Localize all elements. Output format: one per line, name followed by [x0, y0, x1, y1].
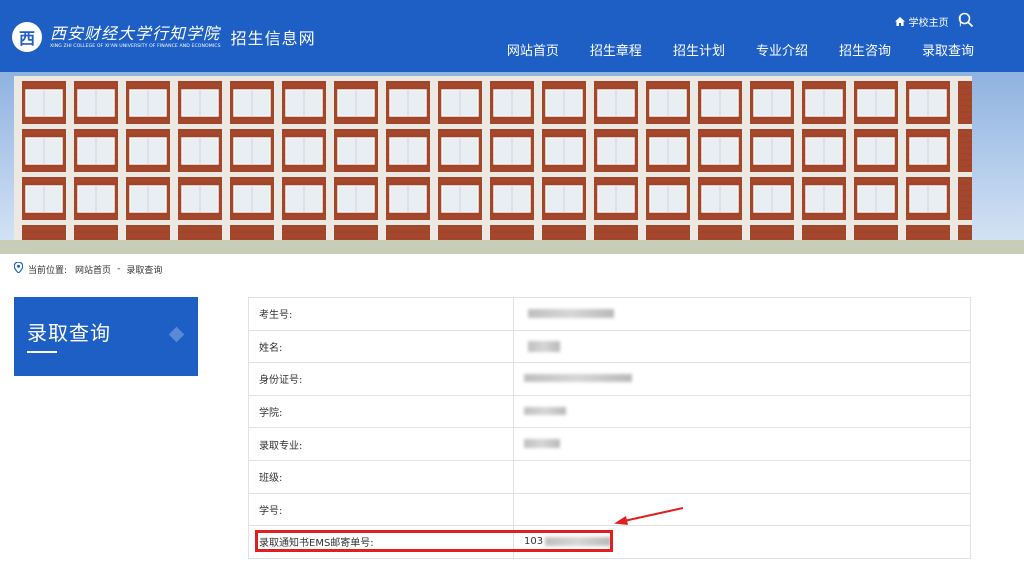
- redacted-value: [524, 439, 560, 449]
- row-label: 录取专业:: [248, 427, 514, 461]
- table-row: 班级:: [248, 459, 971, 494]
- school-emblem-icon: 西: [12, 22, 42, 52]
- row-value: [513, 492, 971, 527]
- row-value: [513, 297, 971, 331]
- location-pin-icon: [13, 261, 24, 276]
- row-label: 考生号:: [248, 297, 514, 331]
- table-row: 录取专业:: [248, 427, 971, 461]
- diamond-icon: [168, 326, 185, 343]
- row-value: [513, 329, 971, 364]
- nav-item-majors[interactable]: 专业介绍: [756, 40, 808, 59]
- redacted-value: [524, 407, 566, 416]
- table-row: 姓名:: [248, 329, 971, 364]
- breadcrumb: 当前位置: 网站首页 - 录取查询: [13, 261, 163, 276]
- site-header: 西 西安财经大学行知学院 XING ZHI COLLEGE OF XI'AN U…: [0, 0, 1024, 72]
- nav-item-admission-rules[interactable]: 招生章程: [590, 40, 642, 59]
- redacted-value: [528, 308, 614, 318]
- nav-item-admission-query[interactable]: 录取查询: [922, 40, 974, 59]
- highlight-box: [255, 530, 613, 552]
- row-value: [513, 394, 971, 429]
- sidebar-title-box: 录取查询: [14, 297, 198, 376]
- sidebar-underline: [27, 351, 57, 353]
- table-row: 学院:: [248, 394, 971, 429]
- redacted-value: [528, 340, 560, 352]
- row-label: 身份证号:: [248, 362, 514, 396]
- site-name: 招生信息网: [230, 29, 316, 48]
- breadcrumb-item-home[interactable]: 网站首页: [75, 263, 111, 276]
- row-value: [513, 459, 971, 494]
- site-logo[interactable]: 西 西安财经大学行知学院 XING ZHI COLLEGE OF XI'AN U…: [12, 20, 316, 54]
- school-home-link[interactable]: 学校主页: [909, 14, 949, 29]
- annotation-arrow-icon: [614, 507, 684, 525]
- row-label: 姓名:: [248, 329, 514, 364]
- nav-item-home[interactable]: 网站首页: [507, 40, 559, 59]
- breadcrumb-separator: -: [117, 264, 121, 274]
- search-icon[interactable]: [958, 12, 974, 28]
- school-name-cn: 西安财经大学行知学院: [50, 23, 221, 43]
- row-label: 班级:: [248, 459, 514, 494]
- breadcrumb-item-current: 录取查询: [126, 265, 163, 276]
- sidebar-title: 录取查询: [27, 321, 111, 345]
- row-label: 学院:: [248, 394, 514, 429]
- redacted-value: [524, 374, 632, 383]
- table-row: 考生号:: [248, 297, 971, 331]
- nav-item-consultation[interactable]: 招生咨询: [839, 40, 891, 59]
- campus-banner-image: [0, 72, 1024, 254]
- nav-item-admission-plan[interactable]: 招生计划: [673, 40, 725, 59]
- table-row: 身份证号:: [248, 362, 971, 396]
- row-value: [513, 427, 971, 461]
- main-nav: 网站首页 招生章程 招生计划 专业介绍 招生咨询 录取查询: [476, 40, 974, 59]
- home-icon: [894, 17, 905, 26]
- school-name-block: 西安财经大学行知学院 XING ZHI COLLEGE OF XI'AN UNI…: [50, 23, 221, 50]
- breadcrumb-prefix: 当前位置:: [28, 265, 68, 276]
- row-value: [513, 362, 971, 396]
- row-label: 学号:: [248, 492, 514, 527]
- school-name-en: XING ZHI COLLEGE OF XI'AN UNIVERSITY OF …: [50, 43, 221, 49]
